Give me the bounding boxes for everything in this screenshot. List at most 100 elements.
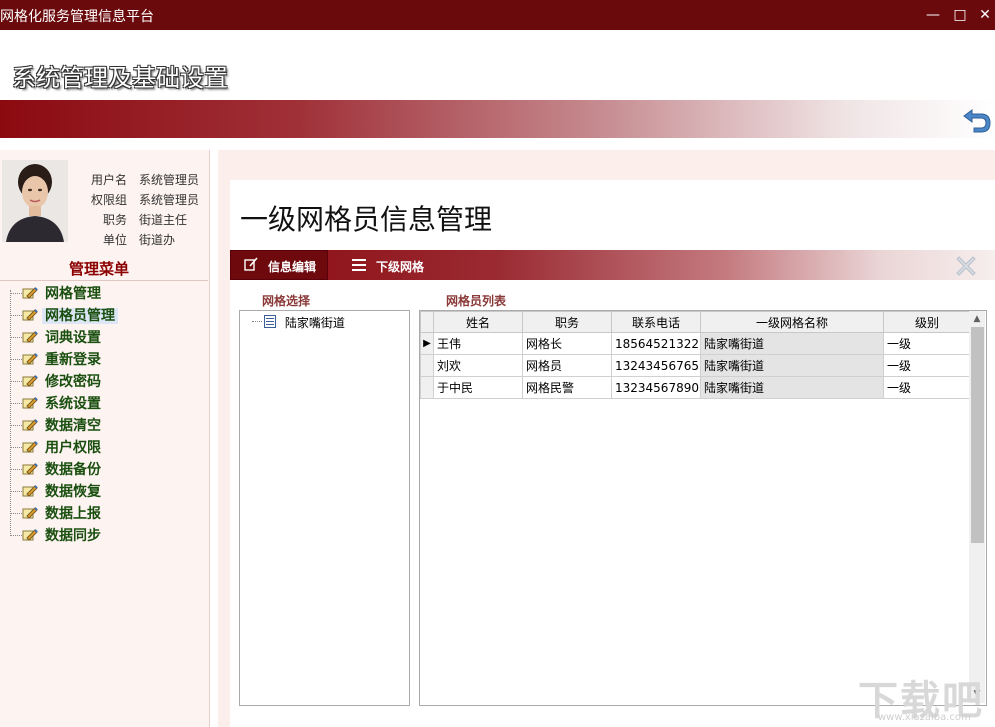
table-row[interactable]: ▶ 王伟 网格长 18564521322 陆家嘴街道 一级: [420, 332, 971, 355]
menu-item-label: 网格员管理: [42, 308, 118, 324]
menu-item-label: 用户权限: [45, 440, 101, 456]
unit-label: 单位: [102, 233, 127, 247]
minimize-button[interactable]: —: [920, 4, 946, 26]
menu-item[interactable]: 系统设置: [22, 393, 104, 413]
menu-divider: [0, 280, 208, 281]
pencil-icon: [22, 307, 38, 323]
table-cell[interactable]: 网格民警: [522, 376, 612, 399]
tree-connector: [10, 293, 22, 294]
info-edit-label: 信息编辑: [268, 260, 317, 274]
tree-node-label: 陆家嘴街道: [284, 316, 345, 330]
tree-connector: [10, 359, 22, 360]
avatar: [2, 160, 68, 242]
pencil-icon: [22, 527, 38, 543]
scroll-thumb[interactable]: [971, 327, 984, 543]
column-header[interactable]: 联系电话: [611, 311, 701, 333]
page-title: 一级网格员信息管理: [240, 203, 493, 236]
sub-grid-button[interactable]: 下级网格: [350, 250, 440, 280]
table-cell[interactable]: 13234567890: [611, 376, 701, 399]
grid-tree[interactable]: [239, 310, 410, 706]
menu-title: 管理菜单: [68, 260, 129, 278]
position-value: 街道主任: [139, 213, 188, 227]
menu-item-label: 重新登录: [45, 352, 101, 368]
title-bar: 网格化服务管理信息平台: [0, 0, 995, 30]
row-header[interactable]: [420, 376, 434, 399]
pencil-icon: [22, 395, 38, 411]
menu-item-label: 数据恢复: [45, 484, 101, 500]
back-arrow-icon[interactable]: [962, 104, 992, 134]
pencil-icon: [22, 461, 38, 477]
username-value: 系统管理员: [139, 173, 200, 187]
table-cell[interactable]: 一级: [883, 332, 971, 355]
column-header[interactable]: 姓名: [433, 311, 523, 333]
tree-connector: [10, 535, 22, 536]
column-header[interactable]: 职务: [522, 311, 612, 333]
menu-item-label: 数据备份: [45, 462, 101, 478]
tree-node-grid[interactable]: 陆家嘴街道: [264, 314, 345, 331]
table-row[interactable]: 刘欢 网格员 13243456765 陆家嘴街道 一级: [420, 354, 971, 377]
username-label: 用户名: [90, 173, 127, 187]
pencil-icon: [22, 285, 38, 301]
menu-item[interactable]: 网格管理: [22, 283, 104, 303]
tree-connector: [10, 469, 22, 470]
pencil-icon: [22, 505, 38, 521]
table-cell[interactable]: 网格员: [522, 354, 612, 377]
menu-item[interactable]: 修改密码: [22, 371, 104, 391]
pencil-icon: [22, 483, 38, 499]
document-icon: [264, 314, 276, 331]
info-edit-button[interactable]: 信息编辑: [230, 250, 328, 280]
table-cell[interactable]: 网格长: [522, 332, 612, 355]
header-title: 系统管理及基础设置: [12, 64, 228, 92]
table-cell[interactable]: 一级: [883, 376, 971, 399]
grid-select-label: 网格选择: [262, 294, 311, 308]
menu-item[interactable]: 词典设置: [22, 327, 104, 347]
unit-value: 街道办: [139, 233, 176, 247]
menu-item[interactable]: 用户权限: [22, 437, 104, 457]
maximize-button[interactable]: □: [947, 4, 973, 26]
table-cell[interactable]: 13243456765: [611, 354, 701, 377]
table-cell[interactable]: 18564521322: [611, 332, 701, 355]
menu-item-label: 数据清空: [45, 418, 101, 434]
tree-connector: [10, 513, 22, 514]
menu-item[interactable]: 数据同步: [22, 525, 104, 545]
column-header[interactable]: 级别: [883, 311, 971, 333]
pencil-icon: [22, 417, 38, 433]
sub-grid-label: 下级网格: [376, 260, 425, 274]
list-icon: [352, 259, 366, 275]
table-cell[interactable]: 陆家嘴街道: [700, 332, 884, 355]
staff-table-body: ▶ 王伟 网格长 18564521322 陆家嘴街道 一级 刘欢 网格员 13243456765…: [420, 332, 971, 399]
pencil-icon: [22, 439, 38, 455]
table-cell[interactable]: 一级: [883, 354, 971, 377]
row-header-corner: [420, 311, 434, 333]
row-header[interactable]: ▶: [420, 332, 434, 355]
menu-item[interactable]: 数据恢复: [22, 481, 104, 501]
table-header-row: 姓名 职务 联系电话 一级网格名称 级别: [420, 311, 971, 333]
table-cell[interactable]: 陆家嘴街道: [700, 376, 884, 399]
table-row[interactable]: 于中民 网格民警 13234567890 陆家嘴街道 一级: [420, 376, 971, 399]
menu-item[interactable]: 数据清空: [22, 415, 104, 435]
table-cell[interactable]: 陆家嘴街道: [700, 354, 884, 377]
close-icon[interactable]: [952, 252, 980, 280]
column-header[interactable]: 一级网格名称: [700, 311, 884, 333]
menu-item[interactable]: 网格员管理: [22, 305, 118, 325]
table-cell[interactable]: 刘欢: [433, 354, 523, 377]
menu-item[interactable]: 数据备份: [22, 459, 104, 479]
tree-connector: [10, 290, 11, 536]
tree-connector: [10, 315, 22, 316]
scroll-up-arrow-icon[interactable]: ▲: [969, 311, 985, 327]
toolbar: [230, 250, 995, 280]
tree-connector: [10, 337, 22, 338]
menu-item[interactable]: 重新登录: [22, 349, 104, 369]
group-label: 权限组: [90, 193, 127, 207]
staff-table: 姓名 职务 联系电话 一级网格名称 级别 ▶ 王伟 网格长 18564521322 陆家…: [420, 311, 971, 399]
tree-connector: [10, 403, 22, 404]
tree-connector: [10, 491, 22, 492]
row-header[interactable]: [420, 354, 434, 377]
pencil-icon: [22, 351, 38, 367]
table-cell[interactable]: 王伟: [433, 332, 523, 355]
menu-item[interactable]: 数据上报: [22, 503, 104, 523]
edit-icon: [244, 257, 258, 275]
pencil-icon: [22, 329, 38, 345]
close-button[interactable]: ✕: [972, 4, 995, 26]
table-cell[interactable]: 于中民: [433, 376, 523, 399]
